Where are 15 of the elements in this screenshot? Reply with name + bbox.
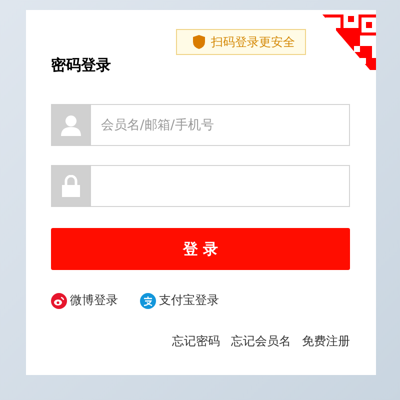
shield-icon [193, 35, 205, 49]
form-title: 密码登录 [51, 56, 112, 76]
tooltip-text: 扫码登录更安全 [211, 34, 295, 50]
login-button[interactable]: 登 录 [51, 228, 350, 270]
weibo-login-link[interactable]: 微博登录 [51, 292, 118, 309]
footer-link[interactable]: 忘记密码 [172, 333, 220, 350]
lock-icon [61, 175, 81, 197]
footer-link[interactable]: 免费注册 [302, 333, 350, 350]
alipay-login-link[interactable]: 支付宝登录 [140, 292, 219, 309]
user-icon [60, 114, 82, 136]
footer-link[interactable]: 忘记会员名 [231, 333, 291, 350]
alipay-icon [140, 292, 156, 308]
weibo-icon [51, 292, 67, 308]
password-field[interactable] [91, 165, 350, 207]
username-field[interactable]: 会员名/邮箱/手机号 [91, 104, 350, 146]
